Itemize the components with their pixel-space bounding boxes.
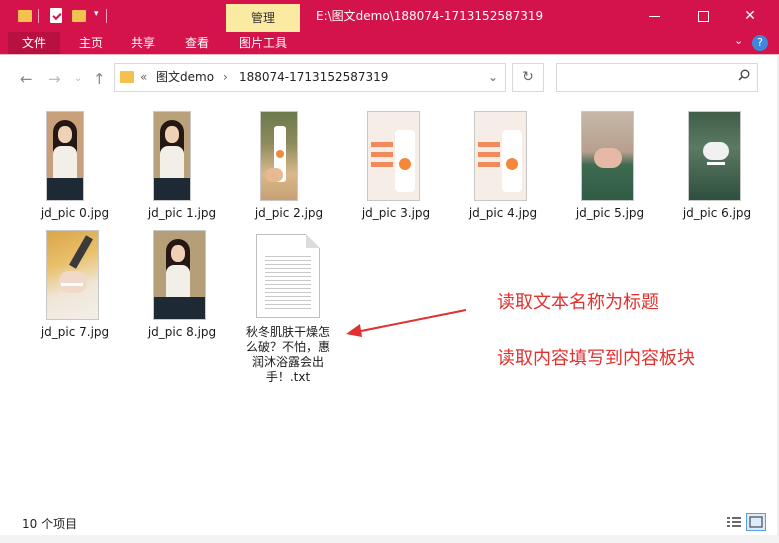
image-thumbnail[interactable] — [474, 111, 527, 201]
ribbon — [0, 32, 779, 54]
close-button[interactable]: ✕ — [727, 0, 773, 32]
toolbar-divider — [38, 9, 39, 23]
back-button[interactable]: ← — [20, 70, 33, 88]
search-input[interactable] — [556, 63, 758, 92]
minimize-icon — [649, 16, 660, 17]
file-name[interactable]: jd_pic 0.jpg — [25, 206, 125, 220]
item-count: 10 个项目 — [22, 517, 78, 531]
image-thumbnail[interactable] — [688, 111, 741, 201]
image-thumbnail[interactable] — [46, 111, 84, 201]
file-name[interactable]: 秋冬肌肤干燥怎 么破？不怕，惠 润沐浴露会出 手！.txt — [238, 325, 338, 385]
toolbar-divider — [106, 9, 107, 23]
tab-picture-tools[interactable]: 图片工具 — [226, 32, 300, 54]
tab-share[interactable]: 共享 — [120, 32, 166, 54]
window-bottom-edge — [0, 535, 779, 543]
expand-ribbon-icon[interactable]: ⌄ — [734, 34, 743, 47]
annotation-text: 读取文本名称为标题 — [497, 292, 659, 313]
tab-manage[interactable]: 管理 — [226, 4, 300, 32]
large-icons-view-button[interactable] — [746, 513, 766, 531]
file-name[interactable]: jd_pic 7.jpg — [25, 325, 125, 339]
chevron-down-icon[interactable]: ▾ — [94, 9, 99, 19]
folder-icon — [120, 71, 134, 83]
image-thumbnail[interactable] — [153, 111, 191, 201]
folder-icon — [18, 10, 32, 22]
minimize-button[interactable] — [632, 0, 678, 32]
file-name[interactable]: jd_pic 5.jpg — [560, 206, 660, 220]
new-folder-icon[interactable] — [72, 10, 86, 22]
maximize-button[interactable] — [680, 0, 726, 32]
file-name[interactable]: jd_pic 4.jpg — [453, 206, 553, 220]
breadcrumb-overflow[interactable]: « — [140, 63, 147, 92]
image-thumbnail[interactable] — [367, 111, 420, 201]
image-thumbnail[interactable] — [46, 230, 99, 320]
breadcrumb-separator[interactable]: › — [223, 63, 228, 92]
refresh-button[interactable]: ↻ — [512, 63, 544, 92]
file-name[interactable]: jd_pic 2.jpg — [239, 206, 339, 220]
window-title: E:\图文demo\188074-1713152587319 — [316, 9, 544, 23]
tab-view[interactable]: 查看 — [174, 32, 220, 54]
recent-locations-icon[interactable]: ⌄ — [74, 73, 82, 84]
tab-home[interactable]: 主页 — [66, 32, 116, 54]
tab-file[interactable]: 文件 — [8, 32, 60, 54]
image-thumbnail[interactable] — [581, 111, 634, 201]
file-name[interactable]: jd_pic 6.jpg — [667, 206, 767, 220]
image-thumbnail[interactable] — [260, 111, 298, 201]
properties-icon[interactable] — [50, 8, 62, 23]
large-icons-view-icon — [749, 516, 763, 528]
file-name[interactable]: jd_pic 8.jpg — [132, 325, 232, 339]
forward-button[interactable]: → — [48, 70, 61, 88]
details-view-button[interactable] — [724, 513, 744, 531]
file-name[interactable]: jd_pic 3.jpg — [346, 206, 446, 220]
search-icon[interactable] — [738, 69, 750, 81]
maximize-icon — [698, 11, 709, 22]
close-icon: ✕ — [744, 8, 756, 24]
text-file-icon[interactable] — [256, 234, 320, 318]
ribbon-divider — [0, 54, 779, 55]
help-icon[interactable]: ? — [752, 35, 768, 51]
breadcrumb-item[interactable]: 图文demo — [156, 63, 214, 92]
image-thumbnail[interactable] — [153, 230, 206, 320]
annotation-arrow — [346, 309, 467, 337]
file-name[interactable]: jd_pic 1.jpg — [132, 206, 232, 220]
up-button[interactable]: ↑ — [93, 70, 106, 88]
breadcrumb-item[interactable]: 188074-1713152587319 — [239, 63, 388, 92]
details-view-icon — [727, 517, 741, 527]
annotation-text: 读取内容填写到内容板块 — [497, 348, 695, 369]
address-dropdown-icon[interactable]: ⌄ — [488, 70, 498, 84]
